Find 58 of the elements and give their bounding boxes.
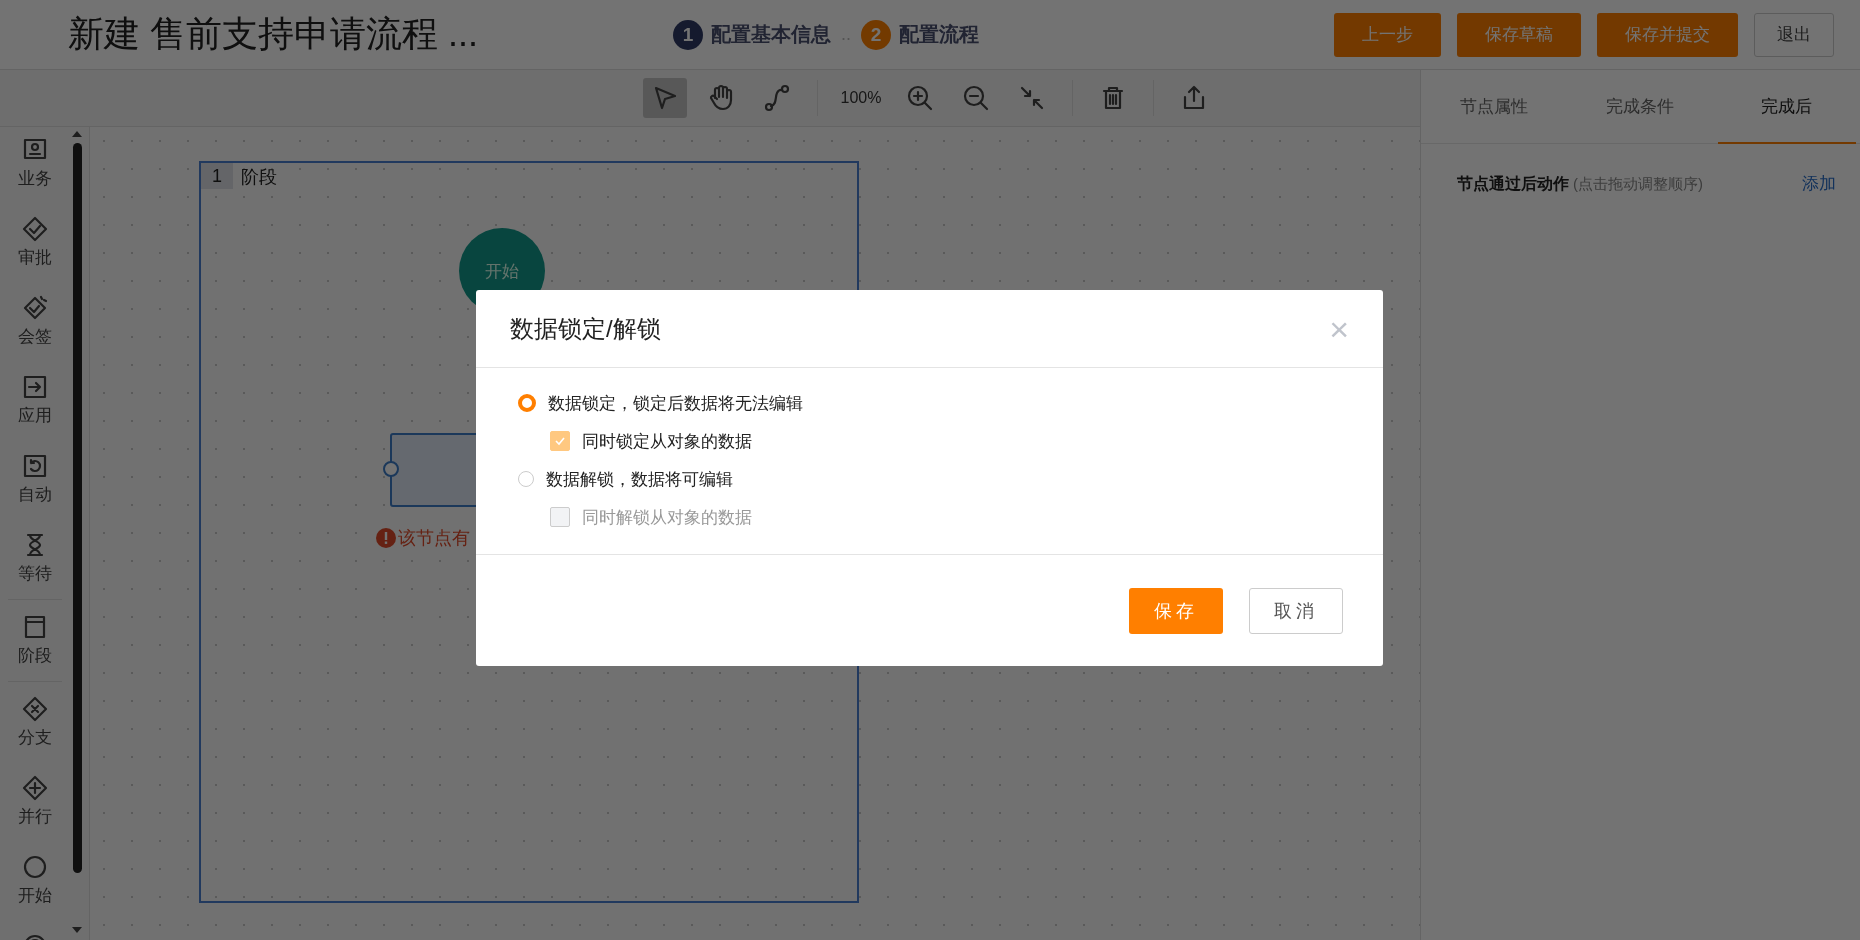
step-number: 2 — [861, 19, 891, 50]
option-label: 数据解锁，数据将可编辑 — [546, 468, 733, 491]
header-button[interactable]: 上一步 — [1334, 12, 1441, 57]
scrollbar[interactable] — [73, 143, 82, 873]
stage-label: 阶段 — [241, 166, 277, 189]
stage-number: 1 — [201, 163, 233, 189]
tool-button[interactable] — [643, 78, 687, 118]
shrink-icon[interactable] — [1018, 84, 1046, 112]
diamond-cross-icon[interactable] — [22, 696, 48, 722]
add-link[interactable]: 添加 — [1802, 172, 1836, 195]
step-label: 配置流程 — [899, 22, 979, 47]
panel-tab[interactable]: 完成条件 — [1571, 70, 1710, 144]
connector-icon — [763, 84, 791, 112]
hand-icon — [707, 84, 735, 112]
palette-label: 会签 — [18, 326, 52, 348]
palette-label: 业务 — [18, 168, 52, 190]
palette-label: 并行 — [18, 806, 52, 828]
header-button[interactable]: 保存并提交 — [1597, 12, 1738, 57]
diamond-plus-icon[interactable] — [22, 775, 48, 801]
close-icon[interactable]: × — [1329, 311, 1349, 346]
checkbox[interactable] — [550, 431, 570, 451]
palette-label: 应用 — [18, 405, 52, 427]
section-title: 节点通过后动作 — [1457, 174, 1569, 194]
circle-icon[interactable] — [22, 854, 48, 880]
palette-label: 等待 — [18, 563, 52, 585]
scroll-down-icon[interactable] — [72, 927, 82, 933]
stage-box-icon[interactable] — [22, 614, 48, 640]
arrow-box-icon[interactable] — [22, 374, 48, 400]
warning-text: 该节点有 — [398, 527, 470, 550]
step-separator: .. — [841, 24, 851, 45]
palette-label: 自动 — [18, 484, 52, 506]
palette-label: 阶段 — [18, 645, 52, 667]
refresh-box-icon[interactable] — [22, 453, 48, 479]
checkbox-label: 同时锁定从对象的数据 — [582, 430, 752, 453]
header-button[interactable]: 退出 — [1754, 12, 1834, 57]
palette-label: 开始 — [18, 885, 52, 907]
step-label: 配置基本信息 — [711, 22, 831, 47]
scroll-up-icon[interactable] — [72, 131, 82, 137]
dialog-title: 数据锁定/解锁 — [510, 313, 661, 344]
panel-tab[interactable]: 完成后 — [1717, 70, 1856, 144]
diamond-check-icon[interactable] — [22, 295, 48, 321]
panel-tab[interactable]: 节点属性 — [1425, 70, 1564, 144]
connection-port[interactable] — [383, 461, 399, 477]
dialog-button[interactable]: 取消 — [1249, 587, 1343, 634]
warning-icon — [376, 528, 396, 548]
diamond-check-icon[interactable] — [22, 216, 48, 242]
checkbox-label: 同时解锁从对象的数据 — [582, 506, 752, 529]
zoom-in-icon[interactable] — [906, 84, 934, 112]
dialog-button[interactable]: 保存 — [1129, 587, 1223, 634]
option-label: 数据锁定，锁定后数据将无法编辑 — [548, 392, 803, 415]
header-button[interactable]: 保存草稿 — [1457, 12, 1581, 57]
palette-label: 审批 — [18, 247, 52, 269]
zoom-level: 100% — [839, 89, 883, 107]
zoom-out-icon[interactable] — [962, 84, 990, 112]
step-number: 1 — [673, 19, 703, 50]
radio-button[interactable] — [518, 394, 536, 412]
palette-label: 分支 — [18, 727, 52, 749]
window-title: 新建 售前支持申请流程 ... — [68, 12, 479, 56]
